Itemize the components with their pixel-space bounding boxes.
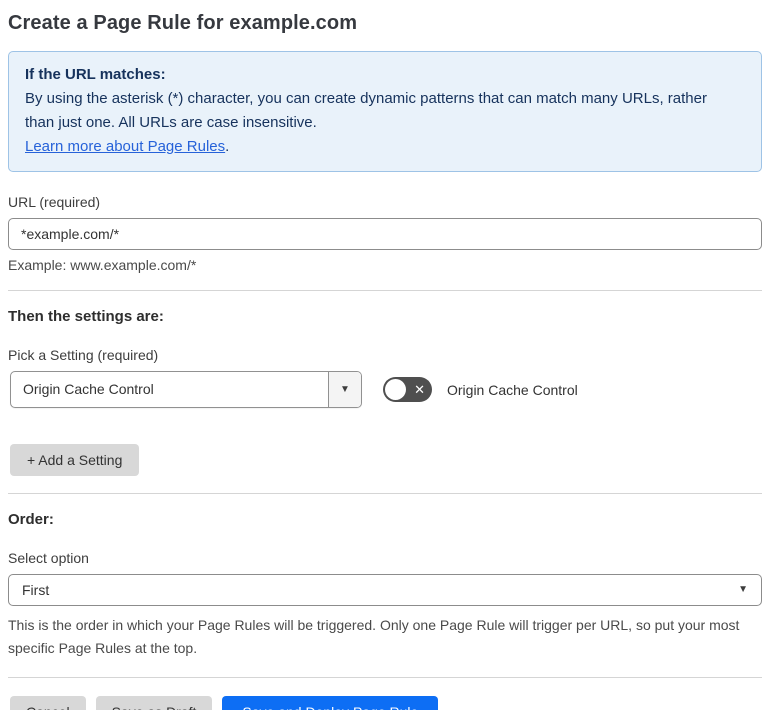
divider	[8, 493, 762, 494]
info-box-body: By using the asterisk (*) character, you…	[25, 90, 707, 131]
toggle-label: Origin Cache Control	[447, 381, 578, 398]
chevron-down-icon: ▼	[340, 383, 350, 395]
toggle-knob	[385, 379, 406, 400]
order-select[interactable]: First ▼	[8, 574, 762, 606]
setting-dropdown-arrow-button[interactable]: ▼	[328, 372, 361, 407]
chevron-down-icon: ▼	[738, 584, 748, 595]
link-suffix: .	[225, 138, 230, 155]
learn-more-link[interactable]: Learn more about Page Rules	[25, 138, 225, 155]
create-page-rule-form: Create a Page Rule for example.com If th…	[0, 0, 770, 710]
order-select-value: First	[22, 582, 50, 598]
add-setting-button[interactable]: + Add a Setting	[10, 444, 140, 476]
save-as-draft-button[interactable]: Save as Draft	[95, 696, 213, 710]
setting-row: Origin Cache Control ▼ ✕ Origin Cache Co…	[10, 371, 762, 408]
divider	[8, 677, 762, 678]
url-match-info-box: If the URL matches: By using the asteris…	[8, 51, 762, 172]
setting-dropdown-value: Origin Cache Control	[23, 381, 154, 397]
footer-actions: Cancel Save as Draft Save and Deploy Pag…	[10, 696, 762, 710]
save-and-deploy-button[interactable]: Save and Deploy Page Rule	[222, 696, 439, 710]
url-input[interactable]	[8, 218, 762, 250]
url-field-helper: Example: www.example.com/*	[8, 257, 197, 273]
setting-dropdown[interactable]: Origin Cache Control ▼	[10, 371, 362, 408]
info-box-link-line: Learn more about Page Rules.	[25, 135, 745, 159]
order-select-label: Select option	[8, 550, 89, 566]
origin-cache-control-toggle[interactable]: ✕	[383, 377, 432, 402]
setting-picker-label: Pick a Setting (required)	[8, 347, 159, 363]
order-helper-text: This is the order in which your Page Rul…	[8, 617, 740, 656]
settings-section-heading: Then the settings are:	[8, 308, 164, 325]
toggle-off-icon: ✕	[414, 382, 425, 397]
info-box-heading: If the URL matches:	[25, 66, 166, 83]
page-title: Create a Page Rule for example.com	[8, 12, 358, 34]
cancel-button[interactable]: Cancel	[10, 696, 86, 710]
url-field-label: URL (required)	[8, 194, 101, 210]
divider	[8, 290, 762, 291]
order-section-heading: Order:	[8, 511, 54, 528]
